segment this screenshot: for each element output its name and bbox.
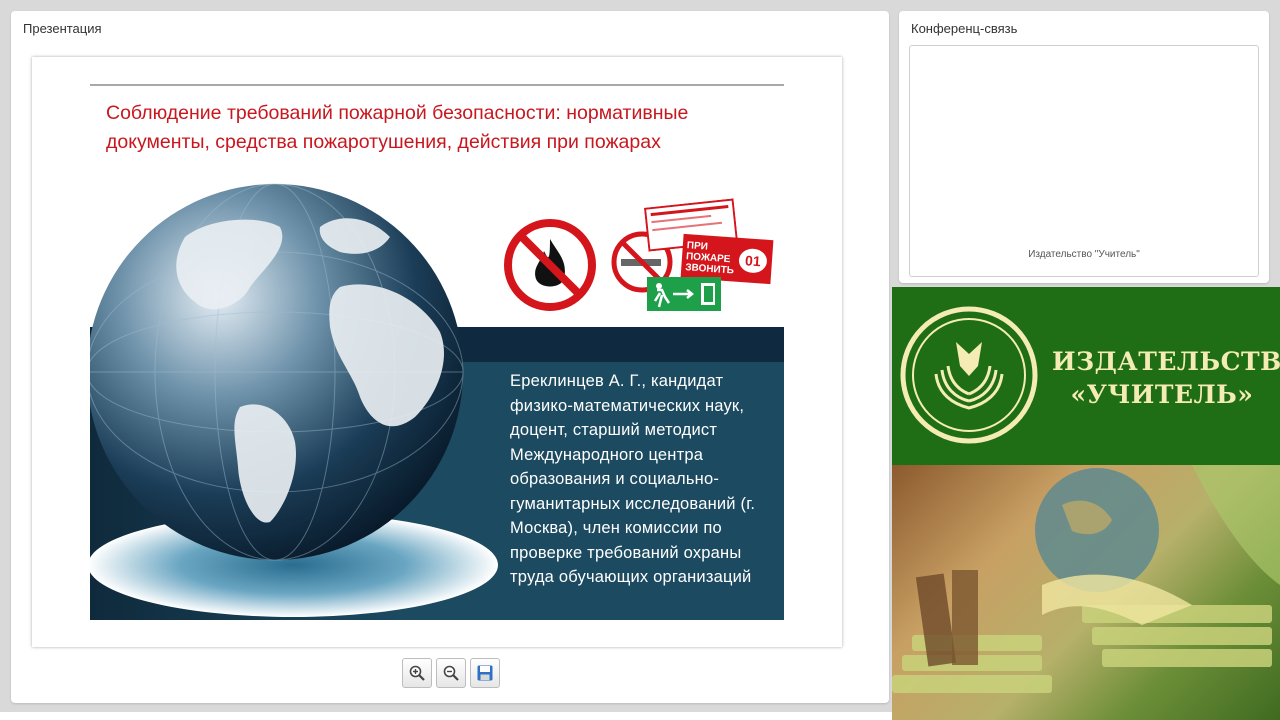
globe-illustration	[90, 183, 498, 617]
publisher-logo-icon	[900, 306, 1038, 444]
no-open-fire-sign-icon	[504, 219, 596, 311]
presentation-toolbar	[402, 658, 500, 688]
globe-books-illustration	[892, 465, 1280, 693]
save-icon	[477, 665, 493, 681]
publisher-logo-area: ИЗДАТЕЛЬСТВО «УЧИТЕЛЬ»	[892, 287, 1280, 465]
publisher-name-line1: ИЗДАТЕЛЬСТВО	[1052, 347, 1280, 376]
publisher-background-photo	[892, 465, 1280, 720]
conference-panel-title: Конференц-связь	[911, 21, 1018, 36]
presentation-slide: Соблюдение требований пожарной безопасно…	[32, 57, 842, 647]
emergency-exit-sign-icon	[647, 277, 721, 311]
slide-divider	[90, 84, 784, 86]
zoom-in-button[interactable]	[402, 658, 432, 688]
bottom-panel-edge	[0, 712, 892, 720]
conference-video-caption: Издательство "Учитель"	[1028, 249, 1140, 260]
zoom-out-button[interactable]	[436, 658, 466, 688]
fire-call-sign-label: ПРИ ПОЖАРЕ ЗВОНИТЬ	[684, 240, 735, 277]
slide-author-bio: Ереклинцев А. Г., кандидат физико-матема…	[510, 372, 756, 586]
save-button[interactable]	[470, 658, 500, 688]
conference-video-area[interactable]: Издательство "Учитель"	[909, 45, 1259, 277]
conference-panel: Конференц-связь Издательство "Учитель"	[899, 11, 1269, 283]
zoom-out-icon	[443, 665, 459, 681]
presentation-panel: Презентация Соблюдение требований пожарн…	[11, 11, 889, 703]
presentation-panel-title: Презентация	[23, 21, 102, 36]
slide-title: Соблюдение требований пожарной безопасно…	[106, 102, 689, 153]
publisher-name: ИЗДАТЕЛЬСТВО «УЧИТЕЛЬ»	[1052, 345, 1280, 411]
publisher-banner: ИЗДАТЕЛЬСТВО «УЧИТЕЛЬ»	[892, 287, 1280, 720]
zoom-in-icon	[409, 665, 425, 681]
fire-call-sign-number: 01	[738, 247, 768, 274]
publisher-name-line2: «УЧИТЕЛЬ»	[1070, 380, 1254, 409]
